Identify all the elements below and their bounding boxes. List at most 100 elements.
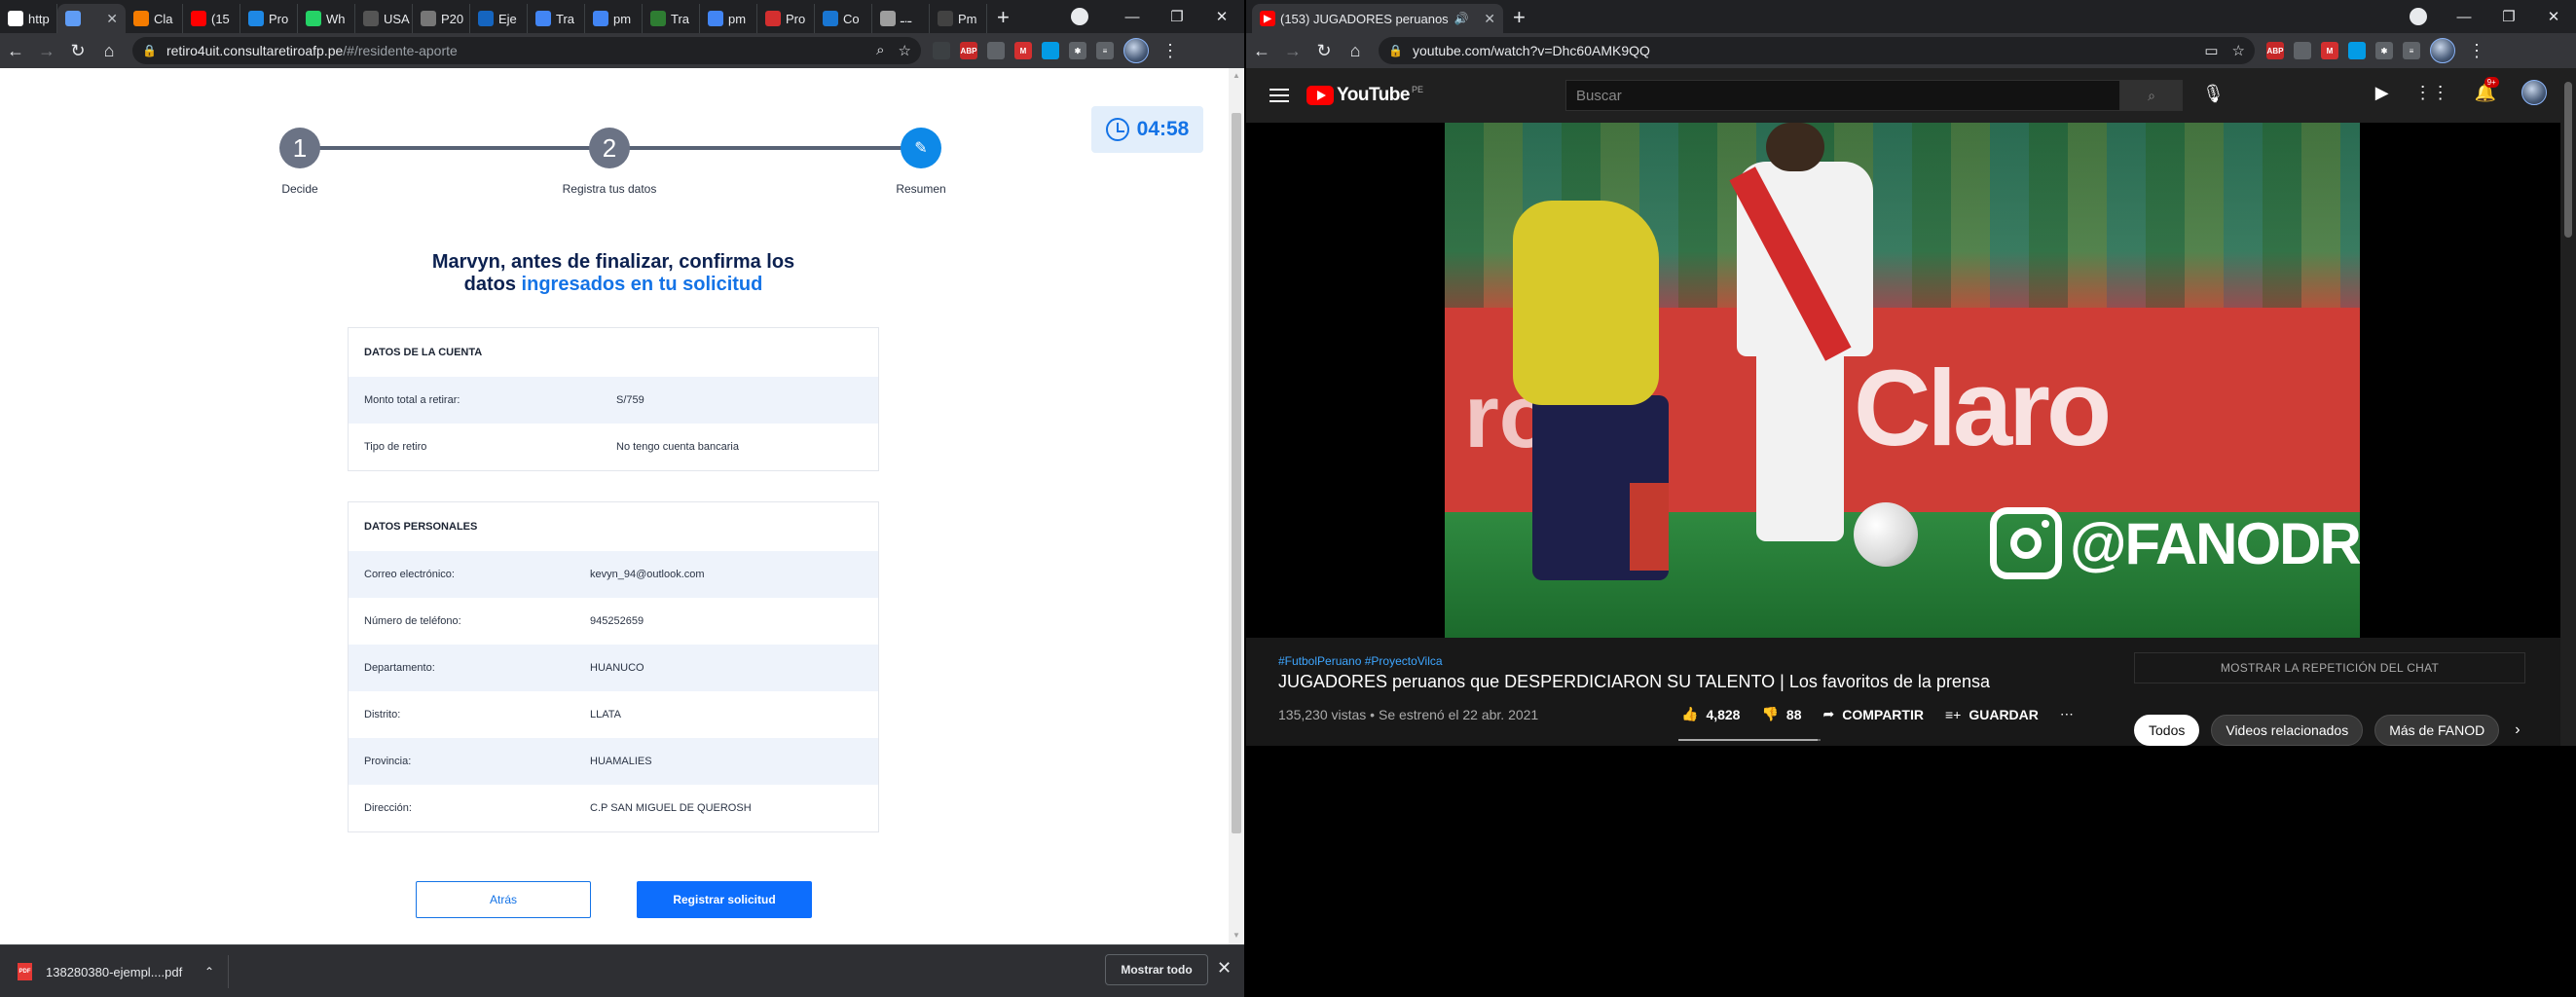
tab-15[interactable]: ـ.ـ xyxy=(872,4,930,33)
video-hashtags[interactable]: #FutbolPeruano #ProyectoVilca xyxy=(1278,654,1443,668)
tab-12[interactable]: pm xyxy=(700,4,757,33)
page-scrollbar[interactable]: ▲ ▼ xyxy=(1229,68,1244,944)
url-text: youtube.com/watch?v=Dhc60AMK9QQ xyxy=(1412,43,1650,58)
video-player[interactable]: rot Claro @FANODRIC xyxy=(1246,123,2560,638)
tab-3[interactable]: (15 xyxy=(183,4,240,33)
tab-11[interactable]: Tra xyxy=(643,4,700,33)
more-actions-icon[interactable]: ⋯ xyxy=(2060,706,2074,722)
share-button[interactable]: ➦ COMPARTIR xyxy=(1823,706,1924,722)
youtube-logo[interactable]: YouTube PE xyxy=(1306,85,1423,106)
hamburger-menu-icon[interactable] xyxy=(1270,85,1289,106)
back-button[interactable]: Atrás xyxy=(416,881,591,918)
tab-6[interactable]: USA xyxy=(355,4,413,33)
mail-extension-icon[interactable]: M xyxy=(1014,42,1032,59)
save-button[interactable]: ≡+ GUARDAR xyxy=(1945,707,2039,722)
bookmark-star-icon[interactable]: ☆ xyxy=(2232,42,2245,59)
tab-13[interactable]: Pro xyxy=(757,4,815,33)
create-video-icon[interactable]: ▶ xyxy=(2375,83,2389,103)
reading-list-icon[interactable]: ≡ xyxy=(2403,42,2420,59)
reload-icon[interactable]: ↻ xyxy=(62,41,93,61)
bookmark-star-icon[interactable]: ☆ xyxy=(899,42,911,59)
screen-extension-icon[interactable] xyxy=(2348,42,2366,59)
close-download-bar-icon[interactable]: ✕ xyxy=(1217,958,1232,979)
microphone-icon[interactable]: 🎙 xyxy=(2202,84,2225,104)
tab-close-icon[interactable]: ✕ xyxy=(102,11,122,27)
dislike-button[interactable]: 👎 88 xyxy=(1761,706,1801,722)
tab-7[interactable]: P20 xyxy=(413,4,470,33)
reader-extension-icon[interactable] xyxy=(987,42,1005,59)
tab-search-icon[interactable] xyxy=(2410,8,2427,25)
like-button[interactable]: 👍 4,828 xyxy=(1681,706,1740,722)
youtube-avatar[interactable] xyxy=(2521,80,2547,105)
submit-request-button[interactable]: Registrar solicitud xyxy=(637,881,812,918)
tab-8[interactable]: Eje xyxy=(470,4,528,33)
tab-favicon-icon xyxy=(938,11,953,26)
tab-16[interactable]: Pm xyxy=(930,4,987,33)
tab-10[interactable]: pm xyxy=(585,4,643,33)
download-item[interactable]: PDF 138280380-ejempl....pdf ⌃ xyxy=(10,955,229,988)
reader-extension-icon[interactable] xyxy=(2294,42,2311,59)
chevron-right-icon[interactable]: › xyxy=(2515,721,2520,739)
new-tab-button[interactable]: + xyxy=(987,4,1019,33)
chevron-up-icon[interactable]: ⌃ xyxy=(204,965,214,979)
tab-search-icon[interactable] xyxy=(1071,8,1088,25)
close-window-icon[interactable]: ✕ xyxy=(1199,8,1244,25)
profile-avatar[interactable] xyxy=(2430,38,2455,63)
search-input[interactable]: Buscar xyxy=(1565,80,2120,111)
tab-2[interactable]: Cla xyxy=(126,4,183,33)
show-all-downloads-button[interactable]: Mostrar todo xyxy=(1105,954,1208,985)
puzzle-extensions-icon[interactable]: ✱ xyxy=(1069,42,1086,59)
notifications-bell-icon[interactable]: 🔔 9+ xyxy=(2475,76,2499,103)
restore-icon[interactable]: ❐ xyxy=(2486,8,2531,25)
back-icon[interactable]: ← xyxy=(1246,41,1277,61)
zoom-icon[interactable]: ⌕ xyxy=(876,42,884,59)
chip-related[interactable]: Videos relacionados xyxy=(2211,715,2364,746)
minimize-icon[interactable]: — xyxy=(1110,9,1155,25)
scroll-up-arrow-icon[interactable]: ▲ xyxy=(1233,71,1240,80)
youtube-scrollbar[interactable] xyxy=(2560,68,2576,746)
close-window-icon[interactable]: ✕ xyxy=(2531,8,2576,25)
adblock-extension-icon[interactable]: ABP xyxy=(960,42,977,59)
search-button-icon[interactable]: ⌕ xyxy=(2120,80,2183,111)
reading-list-icon[interactable]: ≡ xyxy=(1096,42,1114,59)
tab-close-icon[interactable]: ✕ xyxy=(1480,11,1499,27)
puzzle-extensions-icon[interactable]: ✱ xyxy=(2375,42,2393,59)
show-chat-replay-button[interactable]: MOSTRAR LA REPETICIÓN DEL CHAT xyxy=(2134,652,2525,683)
mail-extension-icon[interactable]: M xyxy=(2321,42,2338,59)
scrollbar-thumb[interactable] xyxy=(1232,113,1241,833)
address-bar[interactable]: 🔒 youtube.com/watch?v=Dhc60AMK9QQ ▭ ☆ xyxy=(1379,37,2255,64)
profile-avatar[interactable] xyxy=(1123,38,1149,63)
video-frame[interactable]: rot Claro @FANODRIC xyxy=(1445,123,2360,638)
address-bar[interactable]: 🔒 retiro4uit.consultaretiroafp.pe/#/resi… xyxy=(132,37,921,64)
tab-14[interactable]: Co xyxy=(815,4,872,33)
forward-icon[interactable]: → xyxy=(31,41,62,61)
chrome-menu-icon[interactable]: ⋮ xyxy=(1159,41,1182,61)
apps-grid-icon[interactable]: ⋮⋮ xyxy=(2414,83,2449,103)
tab-youtube[interactable]: ▶ (153) JUGADORES peruanos 🔊 ✕ xyxy=(1252,4,1503,33)
tab-4[interactable]: Pro xyxy=(240,4,298,33)
screen-extension-icon[interactable] xyxy=(1042,42,1059,59)
extension-blank-icon[interactable] xyxy=(933,42,950,59)
scrollbar-thumb[interactable] xyxy=(2564,82,2572,238)
chip-all[interactable]: Todos xyxy=(2134,715,2200,746)
restore-icon[interactable]: ❐ xyxy=(1155,8,1199,25)
reload-icon[interactable]: ↻ xyxy=(1308,41,1340,61)
chip-more-from-channel[interactable]: Más de FANOD xyxy=(2374,715,2500,746)
like-ratio-bar xyxy=(1678,739,1821,741)
minimize-icon[interactable]: — xyxy=(2442,9,2486,25)
back-icon[interactable]: ← xyxy=(0,41,31,61)
audio-playing-icon[interactable]: 🔊 xyxy=(1454,12,1469,25)
tab-favicon-icon xyxy=(363,11,379,26)
home-icon[interactable]: ⌂ xyxy=(1340,41,1371,61)
adblock-extension-icon[interactable]: ABP xyxy=(2266,42,2284,59)
tab-5[interactable]: Wh xyxy=(298,4,355,33)
cast-icon[interactable]: ▭ xyxy=(2204,42,2218,59)
forward-icon[interactable]: → xyxy=(1277,41,1308,61)
chrome-menu-icon[interactable]: ⋮ xyxy=(2465,41,2488,61)
scroll-down-arrow-icon[interactable]: ▼ xyxy=(1233,931,1240,940)
tab-0[interactable]: http xyxy=(0,4,57,33)
new-tab-button[interactable]: + xyxy=(1503,4,1535,33)
tab-1[interactable]: ✕ xyxy=(57,4,126,33)
home-icon[interactable]: ⌂ xyxy=(93,41,125,61)
tab-9[interactable]: Tra xyxy=(528,4,585,33)
